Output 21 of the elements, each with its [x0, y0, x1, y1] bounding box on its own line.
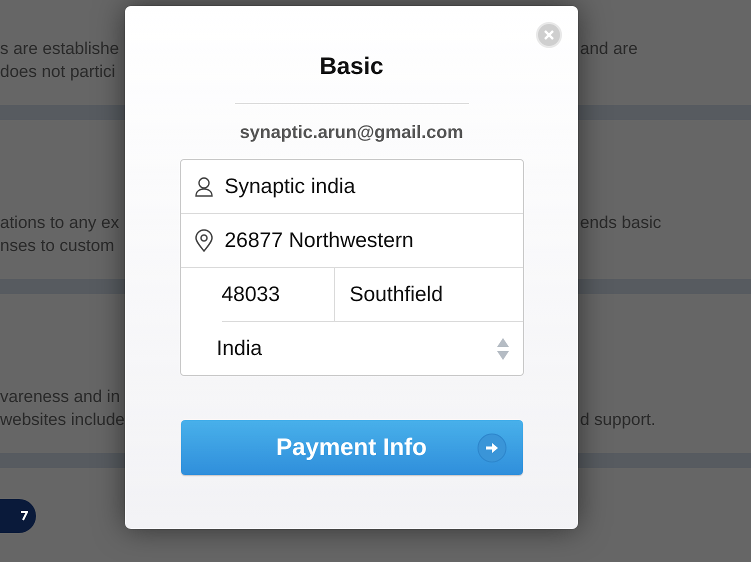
chevron-icon — [20, 511, 28, 521]
zip-field[interactable]: 48033 — [222, 268, 334, 321]
paragraph-text: and are — [580, 38, 638, 60]
paragraph-text: websites include — [0, 410, 125, 429]
location-pin-icon — [192, 228, 214, 252]
dialog-title: Basic — [319, 53, 384, 81]
close-icon — [544, 30, 554, 40]
sort-arrows-icon — [496, 338, 508, 360]
paragraph-text: ations to any ex — [0, 213, 120, 232]
paragraph-text: ends basic — [580, 212, 662, 234]
city-field[interactable]: Southfield — [334, 282, 443, 306]
paragraph-text: nses to custom — [0, 236, 114, 255]
round-button[interactable] — [0, 499, 36, 533]
paragraph-text: s are establishe — [0, 39, 120, 58]
person-icon — [192, 176, 214, 198]
name-field[interactable]: Synaptic india — [180, 160, 522, 214]
paragraph-text: does not partici — [0, 62, 116, 81]
email-text: synaptic.arun@gmail.com — [240, 122, 464, 143]
country-select[interactable]: India — [180, 322, 522, 375]
address-field[interactable]: 26877 Northwestern — [180, 214, 522, 268]
arrow-right-icon — [476, 433, 506, 463]
